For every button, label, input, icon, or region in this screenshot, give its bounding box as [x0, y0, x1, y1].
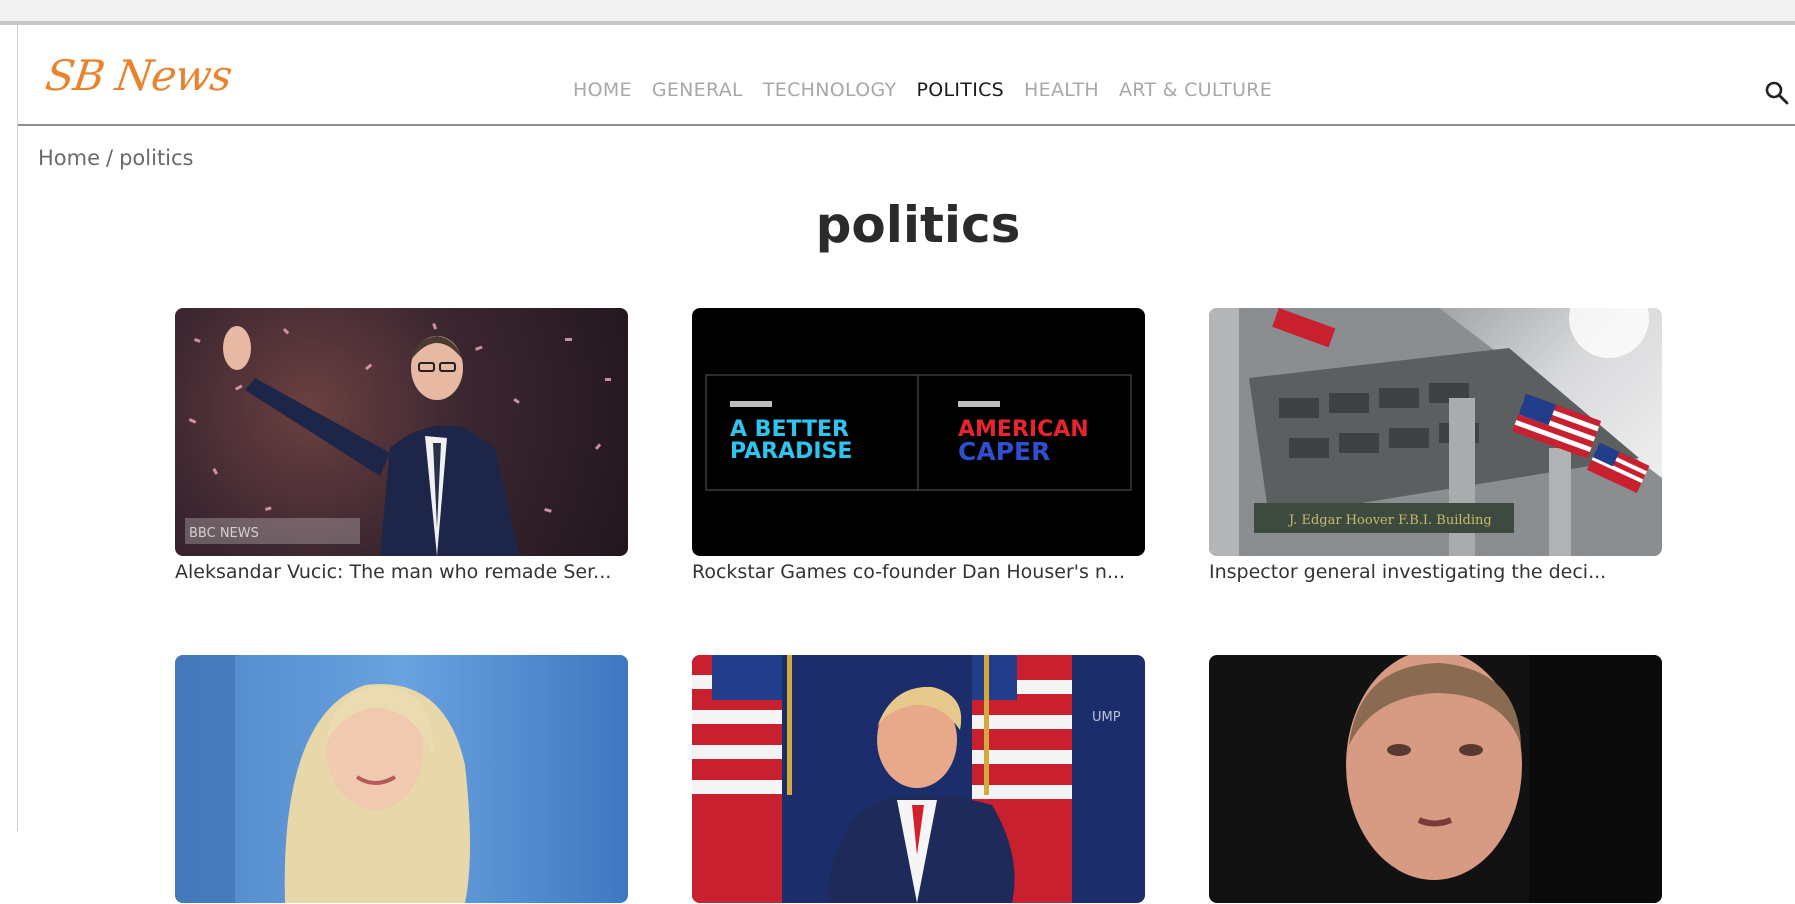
breadcrumb: Home / politics — [38, 146, 194, 170]
article-thumbnail[interactable]: A BETTER PARADISE AMERICAN CAPER — [692, 308, 1145, 556]
nav-item-general[interactable]: GENERAL — [652, 79, 743, 101]
rockstar-books-image: A BETTER PARADISE AMERICAN CAPER — [705, 374, 1132, 491]
article-card[interactable]: UMP — [692, 655, 1145, 904]
site-logo[interactable]: SB News — [43, 51, 235, 100]
article-caption[interactable]: Aleksandar Vucic: The man who remade Ser… — [175, 557, 628, 588]
blonde-woman-photo — [175, 655, 470, 903]
nav-item-politics[interactable]: POLITICS — [917, 79, 1005, 101]
article-caption[interactable]: Inspector general investigating the deci… — [1209, 557, 1662, 588]
article-thumbnail[interactable] — [1209, 655, 1662, 903]
article-caption[interactable]: Rockstar Games co-founder Dan Houser's n… — [692, 557, 1145, 588]
article-card[interactable] — [175, 655, 628, 904]
page-left-border — [17, 25, 18, 831]
nav-item-health[interactable]: HEALTH — [1024, 79, 1099, 101]
site-header: SB News HOME GENERAL TECHNOLOGY POLITICS… — [18, 25, 1795, 126]
article-thumbnail[interactable]: UMP — [692, 655, 1145, 903]
search-icon[interactable] — [1763, 79, 1791, 107]
musk-photo — [1346, 655, 1662, 903]
article-card[interactable]: BBC NEWS Aleksandar Vucic: The man who r… — [175, 308, 628, 588]
article-thumbnail[interactable]: BBC NEWS — [175, 308, 628, 556]
book-title-left-2: PARADISE — [730, 439, 852, 464]
vucic-photo: BBC NEWS — [185, 323, 611, 556]
nav-item-home[interactable]: HOME — [573, 79, 632, 101]
breadcrumb-home-link[interactable]: Home — [38, 146, 100, 170]
breadcrumb-current: politics — [119, 146, 194, 170]
article-card[interactable]: A BETTER PARADISE AMERICAN CAPER Rocksta… — [692, 308, 1145, 588]
article-thumbnail[interactable] — [175, 655, 628, 903]
nav-item-technology[interactable]: TECHNOLOGY — [763, 79, 897, 101]
breadcrumb-separator: / — [106, 146, 114, 170]
fbi-building-photo: J. Edgar Hoover F.B.I. Building — [1209, 308, 1662, 556]
article-card[interactable]: J. Edgar Hoover F.B.I. Building Inspecto… — [1209, 308, 1662, 588]
rally-banner-text: UMP — [1092, 710, 1121, 725]
building-sign: J. Edgar Hoover F.B.I. Building — [1287, 513, 1492, 528]
book-title-right-2: CAPER — [958, 437, 1050, 466]
nav-item-art-culture[interactable]: ART & CULTURE — [1119, 79, 1272, 101]
browser-top-strip — [0, 0, 1795, 25]
article-card[interactable] — [1209, 655, 1662, 904]
article-thumbnail[interactable]: J. Edgar Hoover F.B.I. Building — [1209, 308, 1662, 556]
trump-photo: UMP — [692, 655, 1121, 903]
main-nav: HOME GENERAL TECHNOLOGY POLITICS HEALTH … — [573, 79, 1272, 101]
bbc-watermark: BBC NEWS — [189, 526, 259, 541]
page-title: politics — [815, 196, 1021, 254]
